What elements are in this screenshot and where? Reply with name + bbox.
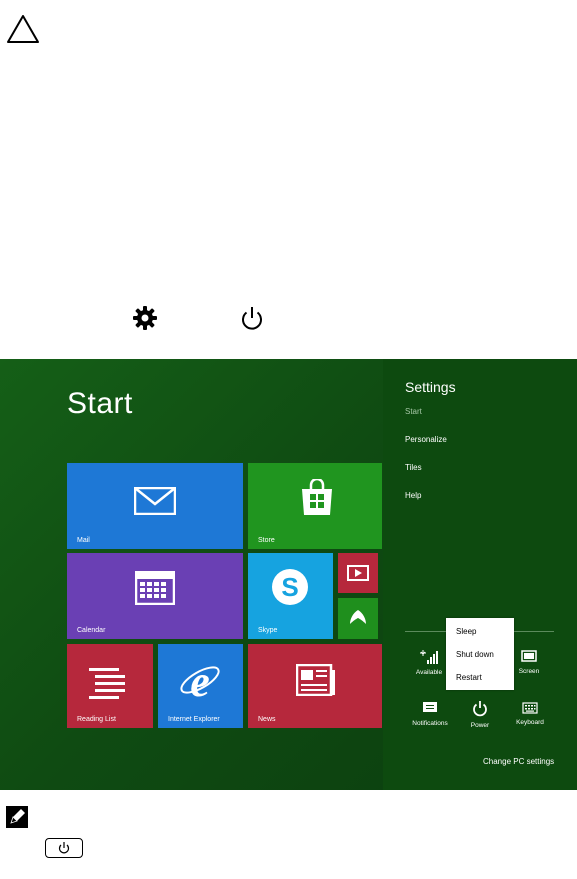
power-icon	[461, 699, 499, 719]
reading-list-tile[interactable]: Reading List	[67, 644, 153, 728]
warning-triangle-icon	[6, 14, 40, 44]
quick-setting-label: Keyboard	[516, 719, 544, 726]
store-tile[interactable]: Store	[248, 463, 382, 549]
xbox-games-icon	[347, 607, 369, 634]
svg-text:S: S	[281, 572, 298, 602]
reading-list-icon	[89, 666, 129, 705]
svg-text:e: e	[190, 658, 210, 702]
news-tile[interactable]: News	[248, 644, 382, 728]
gear-icon	[132, 305, 158, 331]
network-quick-setting[interactable]: Available	[409, 650, 449, 676]
keyboard-icon	[509, 702, 551, 716]
video-icon	[347, 565, 369, 586]
sleep-option[interactable]: Sleep	[456, 627, 476, 636]
store-bag-icon	[300, 477, 334, 522]
news-icon	[295, 663, 336, 701]
quick-setting-label: Notifications	[412, 720, 448, 727]
network-signal-icon	[409, 650, 449, 666]
screen-quick-setting[interactable]: Screen	[509, 650, 549, 675]
skype-icon: S	[270, 567, 310, 612]
start-title: Start	[67, 387, 133, 420]
notifications-icon	[407, 701, 453, 717]
quick-setting-label: Available	[415, 669, 443, 676]
tile-label: Internet Explorer	[168, 716, 220, 723]
tile-label: Mail	[77, 537, 90, 544]
mail-icon	[133, 486, 177, 520]
keyboard-quick-setting[interactable]: Keyboard	[509, 702, 551, 726]
notifications-quick-setting[interactable]: Notifications	[407, 701, 453, 727]
settings-title: Settings	[405, 379, 456, 395]
tile-label: Store	[258, 537, 275, 544]
quick-setting-label: Power	[470, 722, 490, 729]
power-button-key-icon	[45, 838, 83, 858]
settings-item-personalize[interactable]: Personalize	[405, 435, 447, 444]
settings-item-tiles[interactable]: Tiles	[405, 463, 422, 472]
change-pc-settings-link[interactable]: Change PC settings	[483, 757, 554, 766]
calendar-tile[interactable]: Calendar	[67, 553, 243, 639]
power-icon	[238, 304, 266, 332]
internet-explorer-icon: e	[178, 657, 222, 707]
calendar-icon	[134, 570, 176, 610]
settings-pane: Settings Start Personalize Tiles Help Av…	[383, 359, 577, 790]
tile-label: Calendar	[77, 627, 106, 634]
tile-label: Reading List	[77, 716, 116, 723]
skype-tile[interactable]: S Skype	[248, 553, 333, 639]
tile-label: Skype	[258, 627, 278, 634]
mail-tile[interactable]: Mail	[67, 463, 243, 549]
settings-item-help[interactable]: Help	[405, 491, 421, 500]
internet-explorer-tile[interactable]: e Internet Explorer	[158, 644, 243, 728]
tile-label: News	[258, 716, 276, 723]
windows-start-screen: Start Mail Store Calendar S Skype Readin…	[0, 359, 577, 790]
video-tile[interactable]	[338, 553, 378, 593]
quick-setting-label: Screen	[518, 668, 540, 675]
power-quick-setting[interactable]: Power	[461, 699, 499, 729]
settings-item-start[interactable]: Start	[405, 407, 422, 416]
restart-option[interactable]: Restart	[456, 673, 482, 682]
power-menu: Sleep Shut down Restart	[446, 618, 514, 690]
pencil-note-icon	[6, 806, 28, 828]
screen-icon	[509, 650, 549, 665]
games-tile[interactable]	[338, 598, 378, 639]
shut-down-option[interactable]: Shut down	[456, 650, 494, 659]
